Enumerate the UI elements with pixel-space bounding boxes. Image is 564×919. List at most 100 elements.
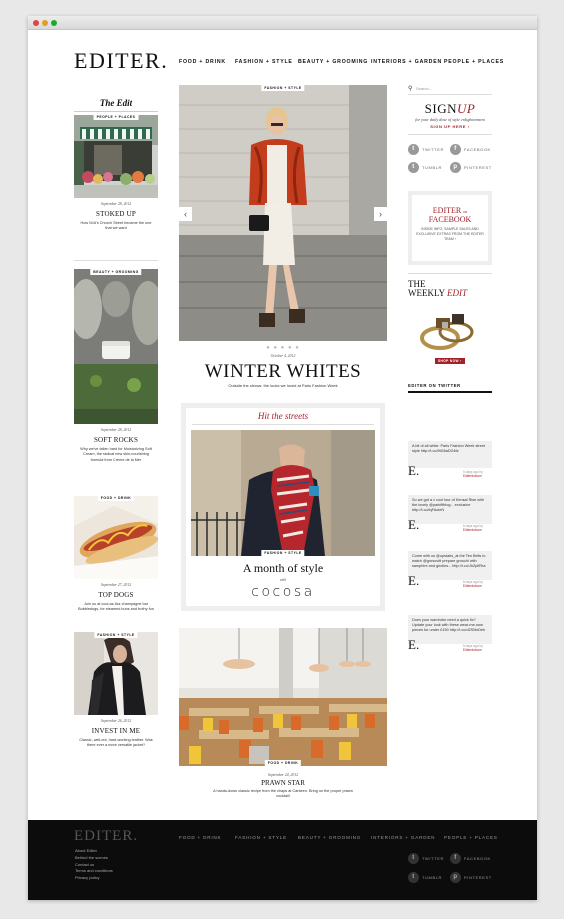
article-card[interactable]: FOOD + DRINK September 27, 2012 TOP DOGS… (74, 495, 159, 613)
tumblr-icon: t (408, 162, 419, 173)
site-footer: EDITER. FOOD + DRINK FASHION + STYLE BEA… (28, 820, 537, 900)
footer-pinterest-link[interactable]: p PINTEREST (450, 872, 492, 883)
footer-nav-food-drink[interactable]: FOOD + DRINK (179, 835, 235, 840)
nav-interiors-garden[interactable]: INTERIORS + GARDEN (371, 59, 444, 65)
hero-subtitle: Outside the shows: the looks we loved at… (228, 383, 338, 388)
minimize-window-button[interactable] (42, 20, 48, 26)
footer-logo[interactable]: EDITER. (74, 828, 138, 845)
promo-title[interactable]: A month of style (186, 561, 380, 576)
footer-twitter-link[interactable]: t TWITTER (408, 853, 450, 864)
tweet-text[interactable]: So we got a v cool tour of Kensal Rise w… (408, 495, 492, 524)
footer-tumblr-link[interactable]: t TUMBLR (408, 872, 450, 883)
feature-date: September 24, 2012 (267, 773, 299, 777)
article-description: How N16's Church Street became the one t… (80, 221, 152, 231)
category-tag[interactable]: FOOD + DRINK (97, 495, 135, 501)
nav-beauty-grooming[interactable]: BEAUTY + GROOMING (298, 59, 371, 65)
facebook-link[interactable]: f FACEBOOK (450, 144, 492, 155)
browser-window: EDITER. FOOD + DRINK FASHION + STYLE BEA… (28, 16, 537, 900)
signup-button[interactable]: SIGN UP HERE › (408, 124, 492, 129)
category-tag[interactable]: FASHION + STYLE (261, 550, 305, 556)
category-tag[interactable]: FOOD + DRINK (264, 760, 302, 766)
category-tag[interactable]: BEAUTY + GROOMING (90, 269, 142, 275)
signup-title: SIGNUP (424, 101, 476, 116)
restaurant-image[interactable]: FOOD + DRINK (179, 628, 387, 766)
promo-image[interactable]: FASHION + STYLE (191, 430, 375, 556)
twitter-icon: t (408, 853, 419, 864)
footer-facebook-link[interactable]: f FACEBOOK (450, 853, 492, 864)
hero-date: October 4, 2012 (270, 354, 296, 358)
tweet-meta: 8 days ago by Editerdotcom (463, 580, 483, 589)
nav-fashion-style[interactable]: FASHION + STYLE (235, 59, 298, 65)
footer-link-privacy[interactable]: Privacy policy (75, 875, 113, 882)
article-title[interactable]: INVEST IN ME (74, 727, 158, 735)
article-title[interactable]: TOP DOGS (74, 591, 158, 599)
close-window-button[interactable] (33, 20, 39, 26)
the-edit-heading: The Edit (74, 98, 158, 112)
category-tag[interactable]: PEOPLE + PLACES (93, 114, 139, 120)
signup-box[interactable]: SIGNUP for your daily dose of style enli… (408, 101, 492, 135)
footer-social-links: t TWITTER f FACEBOOK t TUMBLR p PINTEREST (408, 853, 492, 883)
hero-title[interactable]: WINTER WHITES (179, 361, 387, 383)
hero-slideshow[interactable]: FASHION + STYLE ‹ › (179, 85, 387, 341)
nav-people-places[interactable]: PEOPLE + PLACES (444, 59, 504, 65)
search-placeholder[interactable]: Search... (416, 86, 432, 91)
tweet-meta: 6 days ago by Editerdotcom (463, 524, 483, 533)
footer-link-terms[interactable]: Terms and conditions (75, 868, 113, 875)
facebook-promo[interactable]: EDITER on FACEBOOK INSIDE INFO, SAMPLE SA… (408, 191, 492, 265)
pinterest-icon: p (450, 162, 461, 173)
footer-nav-interiors-garden[interactable]: INTERIORS + GARDEN (371, 835, 444, 840)
article-card[interactable]: FASHION + STYLE September 26, 2012 INVES… (74, 632, 158, 749)
feature-title[interactable]: PRAWN STAR (179, 779, 387, 787)
title-bar (28, 16, 537, 30)
category-tag[interactable]: FASHION + STYLE (261, 85, 305, 91)
facebook-promo-text: INSIDE INFO, SAMPLE SALES AND EXCLUSIVE … (416, 227, 484, 241)
twitter-link[interactable]: t TWITTER (408, 144, 450, 155)
search-icon[interactable]: ⚲ (408, 86, 412, 92)
twitter-icon: t (408, 144, 419, 155)
weekly-edit-promo[interactable]: THE WEEKLY EDIT SHOP NOW › (408, 273, 492, 373)
cream-jar-image[interactable]: BEAUTY + GROOMING (70, 269, 164, 424)
search-field[interactable]: ⚲ Search... (408, 85, 492, 95)
slideshow-prev-button[interactable]: ‹ (179, 207, 192, 221)
footer-links: About Editer Behind the scenes Contact u… (75, 848, 113, 882)
footer-nav-people-places[interactable]: PEOPLE + PLACES (444, 835, 498, 840)
tumblr-link[interactable]: t TUMBLR (408, 162, 450, 173)
article-card[interactable]: BEAUTY + GROOMING September 28, 2012 SOF… (70, 260, 164, 463)
article-title[interactable]: STOKED UP (74, 210, 158, 218)
sidebar: ⚲ Search... SIGNUP for your daily dose o… (408, 85, 492, 652)
editer-avatar: E. (408, 517, 420, 532)
tweet-text[interactable]: A bit of all white: Paris Fashion Week s… (408, 441, 492, 468)
shop-now-button[interactable]: SHOP NOW › (435, 358, 465, 364)
pinterest-link[interactable]: p PINTEREST (450, 162, 492, 173)
leather-jacket-image[interactable]: FASHION + STYLE (74, 632, 158, 715)
footer-link-contact[interactable]: Contact us (75, 862, 113, 869)
site-logo[interactable]: EDITER. (74, 48, 168, 74)
article-date: September 27, 2012 (100, 583, 132, 587)
tweet-meta: 5 days ago by Editerdotcom (463, 470, 483, 479)
twitter-feed-heading: EDITER ON TWITTER (408, 383, 492, 393)
article-card[interactable]: PEOPLE + PLACES September 28, 2012 STOKE… (74, 114, 158, 232)
footer-nav-fashion-style[interactable]: FASHION + STYLE (235, 835, 298, 840)
slideshow-next-button[interactable]: › (374, 207, 387, 221)
slideshow-pager[interactable]: ● ● ● ● ● (179, 345, 387, 351)
zoom-window-button[interactable] (51, 20, 57, 26)
tweet-meta: 9 days ago by Editerdotcom (463, 644, 483, 653)
rings-image[interactable] (416, 304, 480, 356)
article-date: September 28, 2012 (100, 428, 132, 432)
editer-avatar: E. (408, 637, 420, 652)
hot-dog-image[interactable]: FOOD + DRINK (74, 495, 159, 579)
cocosa-logo[interactable]: cocosa (186, 584, 380, 600)
feature-description: A hands-down classic recipe from the cha… (213, 789, 353, 799)
shop-front-image[interactable]: PEOPLE + PLACES (74, 114, 158, 198)
nav-food-drink[interactable]: FOOD + DRINK (179, 59, 235, 65)
footer-nav-beauty-grooming[interactable]: BEAUTY + GROOMING (298, 835, 371, 840)
cocosa-promo[interactable]: Hit the streets FASHION + STYLE A month … (181, 403, 385, 611)
tweet-text[interactable]: Does your wardrobe need a quick fix? Upd… (408, 615, 492, 644)
tweet-text[interactable]: Come with us @upstairs_at the Ten Bells … (408, 551, 492, 580)
footer-link-about[interactable]: About Editer (75, 848, 113, 855)
hero-image[interactable] (179, 85, 387, 341)
the-edit-column: The Edit PEOPLE + PLACES September 28, 2… (70, 98, 164, 747)
article-title[interactable]: SOFT ROCKS (74, 436, 158, 444)
footer-link-behind-scenes[interactable]: Behind the scenes (75, 855, 113, 862)
category-tag[interactable]: FASHION + STYLE (94, 632, 138, 638)
